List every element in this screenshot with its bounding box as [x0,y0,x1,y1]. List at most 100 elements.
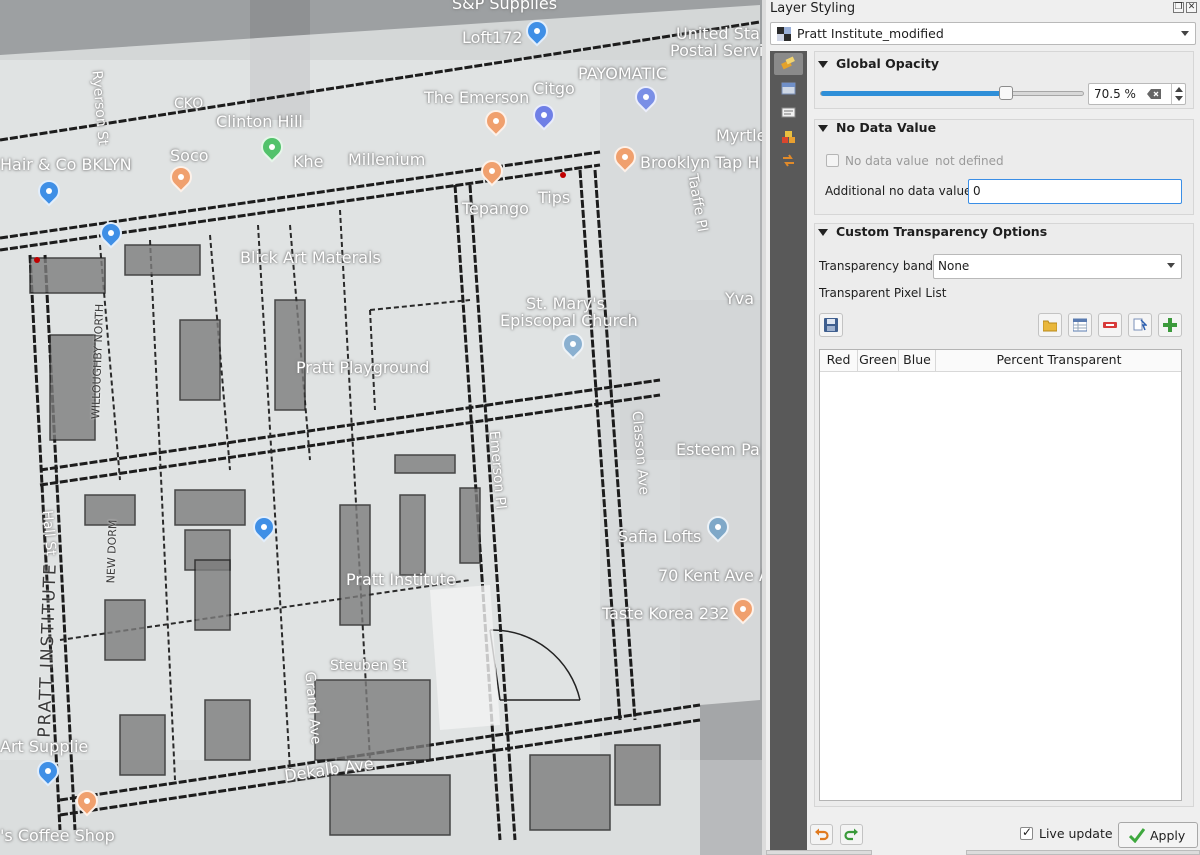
no-data-title[interactable]: No Data Value [836,120,936,135]
map-canvas[interactable]: S&P Supplies Loft172 United Sta Postal S… [0,0,762,855]
map-label: Postal Servi [670,41,762,60]
additional-no-data-value: 0 [973,184,981,198]
undo-button[interactable] [810,824,833,845]
close-icon[interactable]: ✕ [1186,2,1197,13]
panel-title: Layer Styling [770,1,856,16]
style-content: Global Opacity 70.5 % No Data Value No d… [812,51,1200,821]
default-values-button[interactable] [1068,313,1092,337]
table-icon [1073,318,1087,332]
plus-icon [1163,318,1177,332]
table-header: Red Green Blue Percent Transparent [820,350,1181,372]
map-label: Millenium [348,150,426,169]
dock-tab[interactable] [766,850,872,855]
map-label: Art Supplie [0,737,89,756]
opacity-slider-handle[interactable] [999,86,1013,100]
opacity-value: 70.5 % [1094,87,1136,101]
remove-icon [1103,322,1117,328]
map-label: Tepango [462,199,529,218]
checkmark-icon [1129,828,1145,843]
symbology-tab[interactable] [774,53,803,75]
map-label: Clinton Hill [216,112,303,131]
custom-transparency-title[interactable]: Custom Transparency Options [836,224,1047,239]
spin-buttons[interactable] [1171,84,1185,104]
no-data-checkbox-label: No data value [845,154,929,168]
labels-icon [781,107,796,118]
global-opacity-title[interactable]: Global Opacity [836,56,939,71]
collapse-triangle-icon[interactable] [818,125,828,132]
remove-row-button[interactable] [1098,313,1122,337]
chevron-down-icon [1181,31,1189,36]
redo-icon [844,828,858,841]
add-values-manually-button[interactable] [1158,313,1182,337]
map-label: Citgo [533,79,575,98]
transparency-band-select[interactable]: None [933,254,1182,279]
layer-select[interactable]: Pratt Institute_modified [770,22,1196,45]
transparency-band-value: None [938,259,970,273]
map-label: Myrtle [716,126,762,145]
column-header-green[interactable]: Green [858,350,899,371]
map-label: S&P Supplies [452,0,558,13]
transparency-tab[interactable] [774,78,803,100]
pixel-list-label: Transparent Pixel List [819,286,947,300]
rendering-icon [782,131,795,143]
map-label: NEW DORM [104,519,120,584]
additional-no-data-input[interactable]: 0 [968,179,1182,204]
opacity-slider-fill [821,91,1007,96]
column-header-percent-transparent[interactable]: Percent Transparent [936,350,1182,371]
redo-button[interactable] [840,824,863,845]
opacity-spinbox[interactable]: 70.5 % [1088,83,1186,105]
apply-label: Apply [1150,828,1186,843]
no-data-value: not defined [935,154,1004,168]
identify-pixel-icon [1133,318,1147,331]
add-values-from-display-button[interactable] [1128,313,1152,337]
layer-name: Pratt Institute_modified [797,26,944,41]
map-label: Steuben St [330,658,408,674]
rendering-tab[interactable] [774,126,803,148]
map-label: Khe [293,152,324,171]
map-label: Pratt Institute [346,570,456,589]
save-pixel-list-button[interactable] [819,313,843,337]
map-label: Tips [538,188,571,207]
map-label: Hair & Co BKLYN [0,155,132,174]
apply-button[interactable]: Apply [1118,822,1198,848]
spin-down-icon[interactable] [1175,96,1183,101]
map-drawing [0,0,762,855]
map-label: Loft172 [462,28,523,47]
history-icon [783,154,794,167]
labels-tab[interactable] [774,102,803,124]
map-label: Taste Korea 232 [602,604,730,623]
map-label: Brooklyn Tap H [640,153,760,172]
float-icon[interactable]: ❐ [1173,2,1184,13]
undo-icon [815,828,829,841]
map-label: Soco [170,146,209,165]
folder-icon [1043,320,1057,332]
map-label: PAYOMATIC [578,64,667,83]
raster-layer-icon [777,27,791,41]
live-update-checkbox[interactable] [1020,825,1033,840]
transparency-icon [781,82,796,95]
import-from-file-button[interactable] [1038,313,1062,337]
map-label: 's Coffee Shop [0,826,115,845]
column-header-red[interactable]: Red [820,350,858,371]
style-tool-strip [770,51,807,851]
map-label: Blick Art Materals [240,248,381,267]
save-icon [824,318,838,332]
column-header-blue[interactable]: Blue [899,350,936,371]
map-label: Safia Lofts [618,527,702,546]
symbology-icon [781,56,795,70]
layer-styling-panel: Layer Styling ❐ ✕ Pratt Institute_modifi… [766,0,1200,855]
map-label: 70 Kent Ave A [658,566,762,585]
spin-up-icon[interactable] [1175,87,1183,92]
collapse-triangle-icon[interactable] [818,61,828,68]
history-tab[interactable] [774,150,803,172]
dock-tab[interactable] [966,850,1200,855]
collapse-triangle-icon[interactable] [818,229,828,236]
no-data-checkbox[interactable] [826,154,839,167]
live-update-label[interactable]: Live update [1039,826,1113,841]
opacity-slider-track[interactable] [820,91,1084,96]
clear-icon[interactable] [1147,89,1161,99]
map-label: Esteem Pa [676,440,760,459]
transparent-pixel-table[interactable]: Red Green Blue Percent Transparent [819,349,1182,801]
transparency-band-label: Transparency band [819,259,934,273]
additional-no-data-label: Additional no data value [825,184,972,198]
